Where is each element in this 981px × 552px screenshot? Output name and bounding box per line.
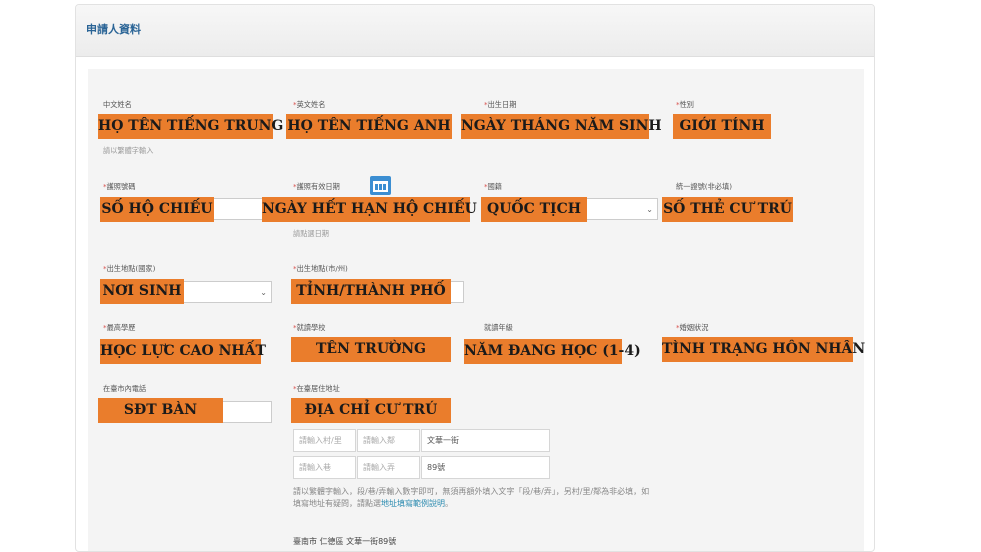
address-note: 請以繁體字輸入，段/巷/弄輸入數字即可，無須再額外填入文字「段/巷/弄」，另村/… — [293, 486, 655, 510]
hint-chinese-name: 請以繁體字輸入 — [103, 146, 154, 155]
panel-title: 申請人資料 — [86, 23, 141, 36]
address-note-end: 。 — [445, 499, 453, 508]
page: 申請人資料 中文姓名 *英文姓名 *出生日期 *性別 HỌ TÊN TIẾNG … — [0, 0, 981, 552]
hint-passport-expiry: 請點選日期 — [293, 229, 329, 238]
english-name-field[interactable]: HỌ TÊN TIẾNG ANH — [286, 114, 452, 139]
alley-input[interactable]: 請輸入弄 — [357, 456, 420, 479]
birth-country-overlay: NƠI SINH — [100, 279, 184, 304]
form-body — [88, 69, 864, 551]
chevron-down-icon: ⌄ — [260, 288, 267, 297]
label-gender: *性別 — [676, 100, 694, 109]
address-example-link[interactable]: 地址填寫範例說明 — [381, 499, 445, 508]
education-select[interactable]: HỌC LỰC CAO NHẤT — [100, 339, 266, 364]
label-passport-expiry: *護照有效日期 — [293, 182, 340, 191]
address-result: 臺南市 仁德區 文華一街89號 — [293, 537, 397, 546]
village-input[interactable]: 請輸入村/里 — [293, 429, 356, 452]
marital-select[interactable]: TÌNH TRẠNG HÔN NHÂN — [662, 337, 865, 362]
label-phone: 在臺市內電話 — [103, 384, 147, 393]
uniform-id-field[interactable]: SỐ THẺ CƯ TRÚ — [662, 197, 793, 222]
birth-city-overlay: TỈNH/THÀNH PHỐ — [291, 279, 451, 304]
label-birth-city: *出生地點(市/州) — [293, 264, 348, 273]
lane-input[interactable]: 請輸入巷 — [293, 456, 356, 479]
label-chinese-name: 中文姓名 — [103, 100, 132, 109]
calendar-icon[interactable] — [370, 176, 391, 195]
passport-no-overlay: SỐ HỘ CHIẾU — [100, 197, 214, 222]
address-overlay: ĐỊA CHỈ CƯ TRÚ — [291, 398, 451, 423]
label-education: *最高學歷 — [103, 323, 136, 332]
label-birth-date: *出生日期 — [484, 100, 517, 109]
grade-select[interactable]: NĂM ĐANG HỌC (1-4) — [464, 339, 641, 364]
chevron-down-icon: ⌄ — [646, 205, 653, 214]
label-uniform-id: 統一證號(非必填) — [676, 182, 733, 191]
birth-date-field[interactable]: NGÀY THÁNG NĂM SINH — [461, 114, 662, 139]
label-grade: 就讀年級 — [484, 323, 513, 332]
label-address: *在臺居住地址 — [293, 384, 340, 393]
label-english-name: *英文姓名 — [293, 100, 326, 109]
chinese-name-field[interactable]: HỌ TÊN TIẾNG TRUNG — [98, 114, 283, 139]
label-passport-no: *護照號碼 — [103, 182, 136, 191]
address-note-text: 請以繁體字輸入，段/巷/弄輸入數字即可，無須再額外填入文字「段/巷/弄」，另村/… — [293, 487, 650, 508]
label-school: *就讀學校 — [293, 323, 326, 332]
passport-expiry-field[interactable]: NGÀY HẾT HẠN HỘ CHIẾU — [262, 197, 477, 222]
number-input[interactable]: 89號 — [421, 456, 550, 479]
nationality-overlay: QUỐC TỊCH — [481, 197, 587, 222]
label-nationality: *國籍 — [484, 182, 502, 191]
school-input[interactable]: TÊN TRƯỜNG — [291, 337, 451, 362]
neighborhood-input[interactable]: 請輸入鄰 — [357, 429, 420, 452]
label-birth-country: *出生地點(國家) — [103, 264, 156, 273]
panel-header: 申請人資料 — [76, 5, 874, 57]
street-input[interactable]: 文華一街 — [421, 429, 550, 452]
label-marital: *婚姻狀況 — [676, 323, 709, 332]
gender-select[interactable]: GIỚI TÍNH — [673, 114, 771, 139]
phone-overlay: SĐT BÀN — [98, 398, 223, 423]
